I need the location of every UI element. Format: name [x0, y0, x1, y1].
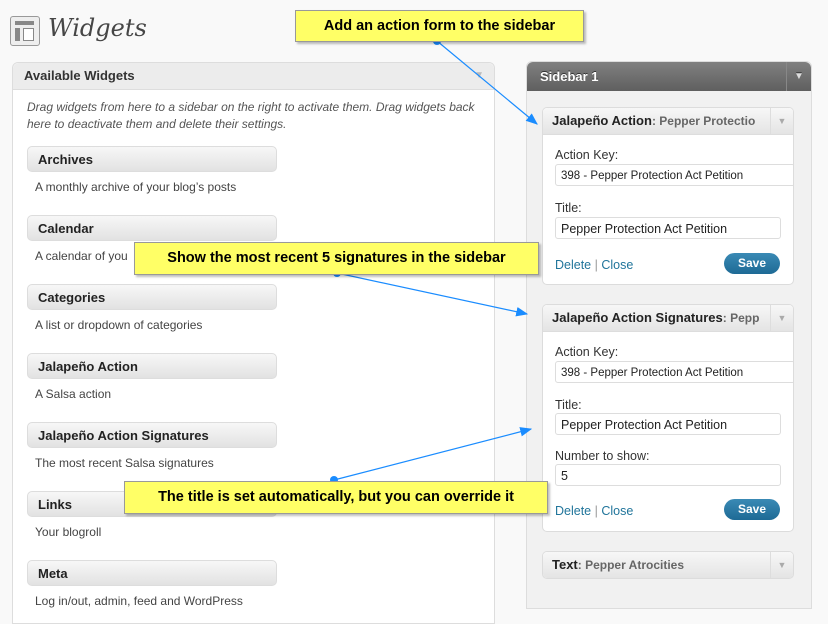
callout-title-override: The title is set automatically, but you … [124, 481, 548, 514]
callout-arrows [330, 37, 538, 484]
arrow-line [333, 427, 533, 481]
arrow-line [336, 272, 529, 317]
callout-action-form: Add an action form to the sidebar [295, 10, 584, 42]
callout-recent-signatures: Show the most recent 5 signatures in the… [134, 242, 539, 275]
arrow-line [436, 40, 538, 125]
